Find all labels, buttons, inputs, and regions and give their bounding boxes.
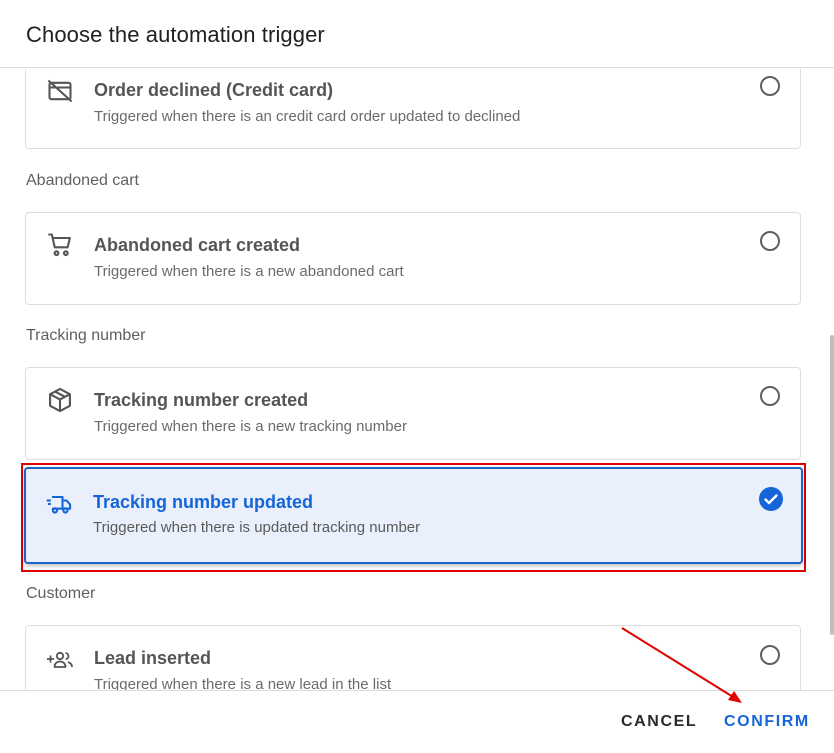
option-tracking-number-created[interactable]: Tracking number created Triggered when t… (25, 367, 801, 460)
option-order-declined[interactable]: Order declined (Credit card) Triggered w… (25, 69, 801, 149)
option-abandoned-cart-created[interactable]: Abandoned cart created Triggered when th… (25, 212, 801, 305)
option-description: Triggered when there is a new tracking n… (94, 418, 407, 435)
section-customer: Customer (26, 585, 96, 602)
radio-button[interactable] (760, 76, 780, 96)
option-description: Triggered when there is an credit card o… (94, 108, 521, 125)
option-title: Order declined (Credit card) (94, 80, 334, 100)
dialog-title: Choose the automation trigger (26, 22, 325, 47)
radio-button[interactable] (760, 231, 780, 251)
option-tracking-number-updated[interactable]: Tracking number updated Triggered when t… (24, 467, 803, 564)
section-tracking-number: Tracking number (26, 327, 146, 344)
option-description: Triggered when there is a new lead in th… (94, 676, 392, 690)
checked-radio-icon[interactable] (759, 487, 783, 511)
option-description: Triggered when there is updated tracking… (93, 519, 421, 536)
dialog-header: Choose the automation trigger (0, 0, 834, 68)
radio-button[interactable] (760, 386, 780, 406)
confirm-button[interactable]: CONFIRM (724, 713, 810, 731)
dialog-footer: CANCEL CONFIRM (0, 690, 834, 753)
option-title: Abandoned cart created (94, 235, 301, 255)
card-off-icon (46, 77, 74, 105)
trigger-list[interactable]: Order declined (Credit card) Triggered w… (0, 69, 834, 690)
option-lead-inserted[interactable]: Lead inserted Triggered when there is a … (25, 625, 801, 690)
option-description: Triggered when there is a new abandoned … (94, 263, 404, 280)
cart-icon (46, 231, 74, 259)
package-icon (46, 386, 74, 414)
option-title: Lead inserted (94, 648, 212, 668)
section-abandoned-cart: Abandoned cart (26, 172, 139, 189)
scrollbar[interactable] (830, 335, 834, 635)
option-title: Tracking number created (94, 390, 309, 410)
option-title: Tracking number updated (93, 492, 314, 512)
cancel-button[interactable]: CANCEL (621, 713, 697, 731)
truck-icon (45, 490, 73, 518)
add-people-icon (46, 646, 74, 674)
radio-button[interactable] (760, 645, 780, 665)
